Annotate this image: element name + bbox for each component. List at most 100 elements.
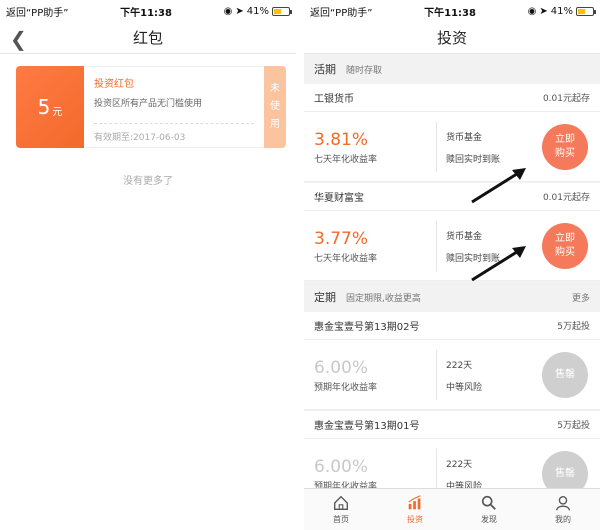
- button-label: 购买: [555, 148, 575, 159]
- section-subtitle: 固定期限,收益更高: [346, 293, 421, 304]
- product-header: 工银货币 0.01元起存: [304, 84, 600, 112]
- product-risk: 中等风险: [446, 383, 483, 393]
- sold-out-button: 售罄: [542, 352, 588, 398]
- battery-percent: 41%: [550, 5, 573, 17]
- coupon-amount: 5: [37, 95, 51, 119]
- status-char: 未: [270, 83, 280, 94]
- divider: [436, 350, 437, 400]
- nav-bar: ❮ 红包: [0, 22, 296, 54]
- product-rate-label: 七天年化收益率: [314, 254, 378, 264]
- location-icon: ➤: [235, 5, 244, 17]
- coupon-unit: 元: [52, 106, 63, 118]
- back-to-app-link[interactable]: 返回“PP助手”: [6, 4, 68, 19]
- button-label: 立即: [555, 134, 575, 145]
- page-title: 投资: [436, 29, 467, 47]
- screen-divider: [296, 0, 304, 530]
- red-packet-coupon[interactable]: 5 元 投资红包 投资区所有产品无门槛使用 有效期至:2017-06-03 未 …: [16, 66, 286, 148]
- back-arrow-icon[interactable]: ❮: [10, 27, 27, 51]
- button-label: 立即: [555, 233, 575, 244]
- product-item[interactable]: 华夏财富宝 0.01元起存 3.77% 七天年化收益率 货币基金 赎回实时到账 …: [304, 183, 600, 281]
- product-rate: 6.00%: [314, 457, 369, 477]
- coupon-expiry: 有效期至:2017-06-03: [94, 133, 186, 143]
- product-redeem: 赎回实时到账: [446, 155, 501, 165]
- tab-label: 发现: [481, 515, 497, 524]
- product-min: 5万起投: [557, 421, 590, 431]
- button-label: 购买: [555, 247, 575, 258]
- tab-invest[interactable]: 投资: [378, 489, 452, 530]
- product-min: 0.01元起存: [542, 193, 590, 203]
- product-name: 惠金宝壹号第13期01号: [314, 421, 420, 432]
- status-right: ◉ ➤ 41%: [223, 5, 292, 17]
- product-body: 3.77% 七天年化收益率 货币基金 赎回实时到账 立即 购买: [304, 211, 600, 281]
- chart-icon: [408, 495, 421, 510]
- coupon-amount-block: 5 元: [16, 66, 84, 148]
- product-term: 222天: [446, 361, 473, 371]
- nav-bar: 投资: [304, 22, 600, 54]
- bottom-tab-bar: 首页 投资 发现 我的: [304, 488, 600, 530]
- right-screen: 返回“PP助手” 下午11:38 ◉ ➤ 41% 投资 活期 随时存取 工银货币…: [304, 0, 600, 530]
- coupon-divider: [94, 123, 254, 124]
- lock-icon: ◉: [223, 5, 233, 17]
- product-header: 惠金宝壹号第13期02号 5万起投: [304, 312, 600, 340]
- product-min: 0.01元起存: [542, 94, 590, 104]
- product-name: 惠金宝壹号第13期02号: [314, 322, 420, 333]
- section-title: 活期: [314, 63, 336, 76]
- product-name: 华夏财富宝: [314, 193, 364, 204]
- status-time: 下午11:38: [120, 7, 172, 19]
- tab-mine[interactable]: 我的: [526, 489, 600, 530]
- battery-icon: [576, 6, 596, 16]
- coupon-info: 投资红包 投资区所有产品无门槛使用 有效期至:2017-06-03: [84, 66, 264, 148]
- coupon-name: 投资红包: [94, 79, 134, 90]
- annotation-arrow-icon: [471, 168, 526, 204]
- section-fixed: 定期 固定期限,收益更高 更多: [304, 282, 600, 312]
- tab-discover[interactable]: 发现: [452, 489, 526, 530]
- product-rate: 6.00%: [314, 358, 369, 378]
- product-type: 货币基金: [446, 232, 483, 242]
- product-header: 华夏财富宝 0.01元起存: [304, 183, 600, 211]
- product-body: 3.81% 七天年化收益率 货币基金 赎回实时到账 立即 购买: [304, 112, 600, 182]
- product-item[interactable]: 工银货币 0.01元起存 3.81% 七天年化收益率 货币基金 赎回实时到账 立…: [304, 84, 600, 182]
- product-header: 惠金宝壹号第13期01号 5万起投: [304, 411, 600, 439]
- product-item[interactable]: 惠金宝壹号第13期02号 5万起投 6.00% 预期年化收益率 222天 中等风…: [304, 312, 600, 410]
- divider: [436, 221, 437, 271]
- status-bar: 返回“PP助手” 下午11:38 ◉ ➤ 41%: [0, 0, 296, 22]
- section-title: 定期: [314, 291, 336, 304]
- buy-now-button[interactable]: 立即 购买: [542, 223, 588, 269]
- product-rate-label: 七天年化收益率: [314, 155, 378, 165]
- left-screen: 返回“PP助手” 下午11:38 ◉ ➤ 41% ❮ 红包 5 元 投资红包 投…: [0, 0, 296, 530]
- back-to-app-link[interactable]: 返回“PP助手”: [310, 4, 372, 19]
- product-rate: 3.81%: [314, 130, 369, 150]
- lock-icon: ◉: [527, 5, 537, 17]
- tab-label: 投资: [407, 515, 423, 524]
- search-icon: [481, 495, 496, 510]
- status-right: ◉ ➤ 41%: [527, 5, 596, 17]
- section-subtitle: 随时存取: [346, 65, 383, 76]
- battery-percent: 41%: [246, 5, 269, 17]
- product-term: 222天: [446, 460, 473, 470]
- home-icon: [334, 495, 348, 510]
- more-link[interactable]: 更多: [572, 291, 590, 304]
- product-type: 货币基金: [446, 133, 483, 143]
- product-rate: 3.77%: [314, 229, 369, 249]
- divider: [436, 122, 437, 172]
- status-time: 下午11:38: [424, 7, 476, 19]
- tab-home[interactable]: 首页: [304, 489, 378, 530]
- status-bar: 返回“PP助手” 下午11:38 ◉ ➤ 41%: [304, 0, 600, 22]
- location-icon: ➤: [539, 5, 548, 17]
- button-label: 售罄: [555, 468, 575, 479]
- tab-label: 首页: [333, 515, 349, 524]
- status-char: 使: [270, 101, 280, 112]
- battery-icon: [272, 6, 292, 16]
- no-more-text: 没有更多了: [123, 176, 173, 187]
- button-label: 售罄: [555, 369, 575, 380]
- user-icon: [556, 496, 570, 511]
- page-title: 红包: [132, 29, 163, 47]
- buy-now-button[interactable]: 立即 购买: [542, 124, 588, 170]
- product-body: 6.00% 预期年化收益率 222天 中等风险 售罄: [304, 340, 600, 410]
- coupon-desc: 投资区所有产品无门槛使用: [94, 99, 203, 109]
- coupon-status-tag: 未 使 用: [264, 66, 286, 148]
- status-char: 用: [270, 119, 280, 130]
- product-name: 工银货币: [314, 94, 354, 105]
- product-min: 5万起投: [557, 322, 590, 332]
- product-rate-label: 预期年化收益率: [314, 383, 378, 393]
